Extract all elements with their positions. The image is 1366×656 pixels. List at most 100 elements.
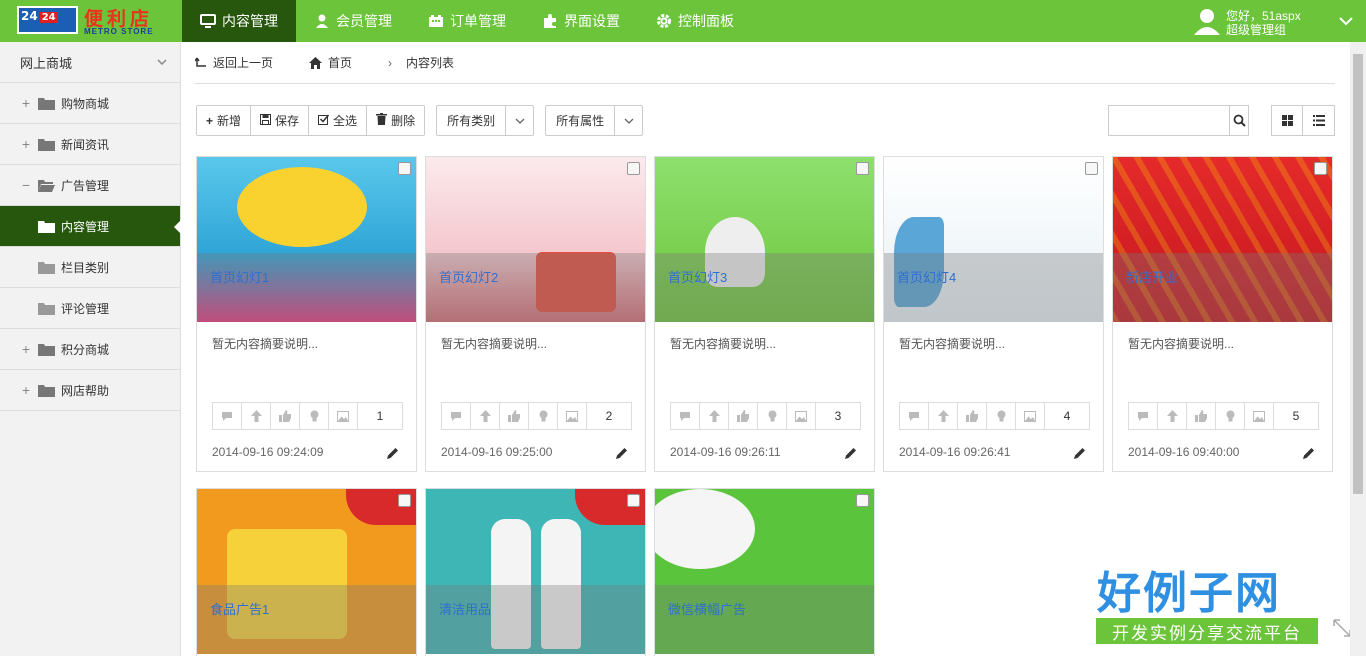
card-checkbox[interactable]: [856, 494, 869, 507]
arrow-up-icon[interactable]: [1158, 403, 1187, 429]
content-card[interactable]: 首页幻灯2 暂无内容摘要说明... 2 2014-09-16 09:25:00: [425, 156, 646, 472]
home-link[interactable]: 首页: [309, 54, 370, 71]
image-icon[interactable]: [329, 403, 358, 429]
pencil-icon[interactable]: [845, 447, 857, 459]
back-arrow-icon: [195, 57, 206, 67]
card-sort-number: 1: [376, 409, 384, 423]
sidebar-item-label: 网店帮助: [61, 383, 110, 398]
pencil-icon[interactable]: [616, 447, 628, 459]
nav-ui-settings[interactable]: 界面设置: [524, 0, 638, 42]
sidebar-item-ads[interactable]: − 广告管理: [0, 165, 180, 206]
card-checkbox[interactable]: [1085, 162, 1098, 175]
arrow-up-icon[interactable]: [471, 403, 500, 429]
card-caption: 首页幻灯4: [884, 253, 1103, 322]
trash-icon: [376, 113, 388, 128]
comment-icon[interactable]: [442, 403, 471, 429]
thumbs-up-icon[interactable]: [271, 403, 300, 429]
card-thumbnail: 清洁用品: [426, 489, 645, 654]
vertical-scrollbar[interactable]: [1350, 42, 1366, 656]
search-input[interactable]: [1109, 106, 1229, 135]
nav-order-management[interactable]: 订单管理: [410, 0, 524, 42]
card-checkbox[interactable]: [627, 494, 640, 507]
sidebar-item-help[interactable]: + 网店帮助: [0, 370, 180, 411]
arrow-up-icon[interactable]: [700, 403, 729, 429]
card-description: 暂无内容摘要说明...: [1128, 337, 1235, 351]
pencil-icon[interactable]: [1074, 447, 1086, 459]
thumbs-up-icon[interactable]: [1187, 403, 1216, 429]
card-checkbox[interactable]: [1314, 162, 1327, 175]
card-title: 清洁用品: [439, 602, 492, 617]
card-thumbnail: 首页幻灯1: [197, 157, 416, 322]
sidebar-item-categories[interactable]: 栏目类别: [0, 247, 180, 288]
user-menu[interactable]: 您好，51aspx 超级管理组: [1194, 0, 1366, 42]
expand-icon: +: [21, 382, 31, 398]
card-checkbox[interactable]: [398, 162, 411, 175]
nav-control-panel[interactable]: 控制面板: [638, 0, 752, 42]
content-card[interactable]: 清洁用品: [425, 488, 646, 656]
grid-view-button[interactable]: [1272, 106, 1303, 135]
sidebar-item-comments[interactable]: 评论管理: [0, 288, 180, 329]
lightbulb-icon[interactable]: [1216, 403, 1245, 429]
list-view-button[interactable]: [1303, 106, 1334, 135]
card-checkbox[interactable]: [856, 162, 869, 175]
resize-icon[interactable]: [1332, 618, 1352, 638]
add-label: 新增: [217, 114, 242, 128]
content-card[interactable]: 新店开业 暂无内容摘要说明... 5 2014-09-16 09:40:00: [1112, 156, 1333, 472]
sidebar-item-points-mall[interactable]: + 积分商城: [0, 329, 180, 370]
add-button[interactable]: + 新增: [197, 106, 252, 135]
sidebar-item-content-management[interactable]: 内容管理: [0, 206, 181, 247]
content-card[interactable]: 首页幻灯4 暂无内容摘要说明... 4 2014-09-16 09:26:41: [883, 156, 1104, 472]
sidebar-item-shopping-mall[interactable]: + 购物商城: [0, 83, 180, 124]
chevron-down-icon: [615, 106, 642, 135]
card-thumbnail: 首页幻灯3: [655, 157, 874, 322]
comment-icon[interactable]: [671, 403, 700, 429]
image-icon[interactable]: [787, 403, 816, 429]
pencil-icon[interactable]: [387, 447, 399, 459]
card-checkbox[interactable]: [627, 162, 640, 175]
image-icon[interactable]: [1245, 403, 1274, 429]
card-stats: 1: [212, 402, 403, 430]
comment-icon[interactable]: [213, 403, 242, 429]
nav-member-management[interactable]: 会员管理: [296, 0, 410, 42]
content-card[interactable]: 首页幻灯1 暂无内容摘要说明... 1 2014-09-16 09:24:09: [196, 156, 417, 472]
card-thumbnail: 食品广告1: [197, 489, 416, 654]
sidebar-header[interactable]: 网上商城: [0, 42, 180, 83]
watermark-brand-title: 好例子网: [1097, 568, 1281, 619]
image-icon[interactable]: [1016, 403, 1045, 429]
lightbulb-icon[interactable]: [758, 403, 787, 429]
content-card[interactable]: 微信横幅广告: [654, 488, 875, 656]
content-card[interactable]: 食品广告1: [196, 488, 417, 656]
lightbulb-icon[interactable]: [987, 403, 1016, 429]
save-button[interactable]: 保存: [251, 106, 310, 135]
sidebar-title: 网上商城: [20, 55, 73, 71]
folder-open-icon: [38, 179, 55, 192]
arrow-up-icon[interactable]: [929, 403, 958, 429]
search-box: [1108, 105, 1249, 136]
card-checkbox[interactable]: [398, 494, 411, 507]
logo-number: 24: [39, 12, 58, 23]
breadcrumb: 返回上一页 首页 › 内容列表: [195, 42, 1335, 84]
lightbulb-icon[interactable]: [529, 403, 558, 429]
search-icon: [1233, 114, 1246, 127]
attribute-select[interactable]: 所有属性: [545, 105, 644, 136]
pencil-icon[interactable]: [1303, 447, 1315, 459]
select-all-button[interactable]: 全选: [309, 106, 368, 135]
arrow-up-icon[interactable]: [242, 403, 271, 429]
sidebar-item-news[interactable]: + 新闻资讯: [0, 124, 180, 165]
back-link[interactable]: 返回上一页: [195, 54, 291, 71]
scrollbar-thumb[interactable]: [1353, 54, 1363, 494]
delete-button[interactable]: 删除: [367, 106, 425, 135]
thumbs-up-icon[interactable]: [958, 403, 987, 429]
content-card[interactable]: 首页幻灯3 暂无内容摘要说明... 3 2014-09-16 09:26:11: [654, 156, 875, 472]
image-icon[interactable]: [558, 403, 587, 429]
nav-content-management[interactable]: 内容管理: [182, 0, 296, 42]
thumbs-up-icon[interactable]: [500, 403, 529, 429]
chevron-down-icon[interactable]: [1338, 13, 1354, 29]
comment-icon[interactable]: [900, 403, 929, 429]
search-button[interactable]: [1229, 106, 1248, 135]
lightbulb-icon[interactable]: [300, 403, 329, 429]
category-select[interactable]: 所有类别: [436, 105, 535, 136]
comment-icon[interactable]: [1129, 403, 1158, 429]
logo[interactable]: 24 24 便利店 METRO STORE: [0, 0, 182, 42]
thumbs-up-icon[interactable]: [729, 403, 758, 429]
